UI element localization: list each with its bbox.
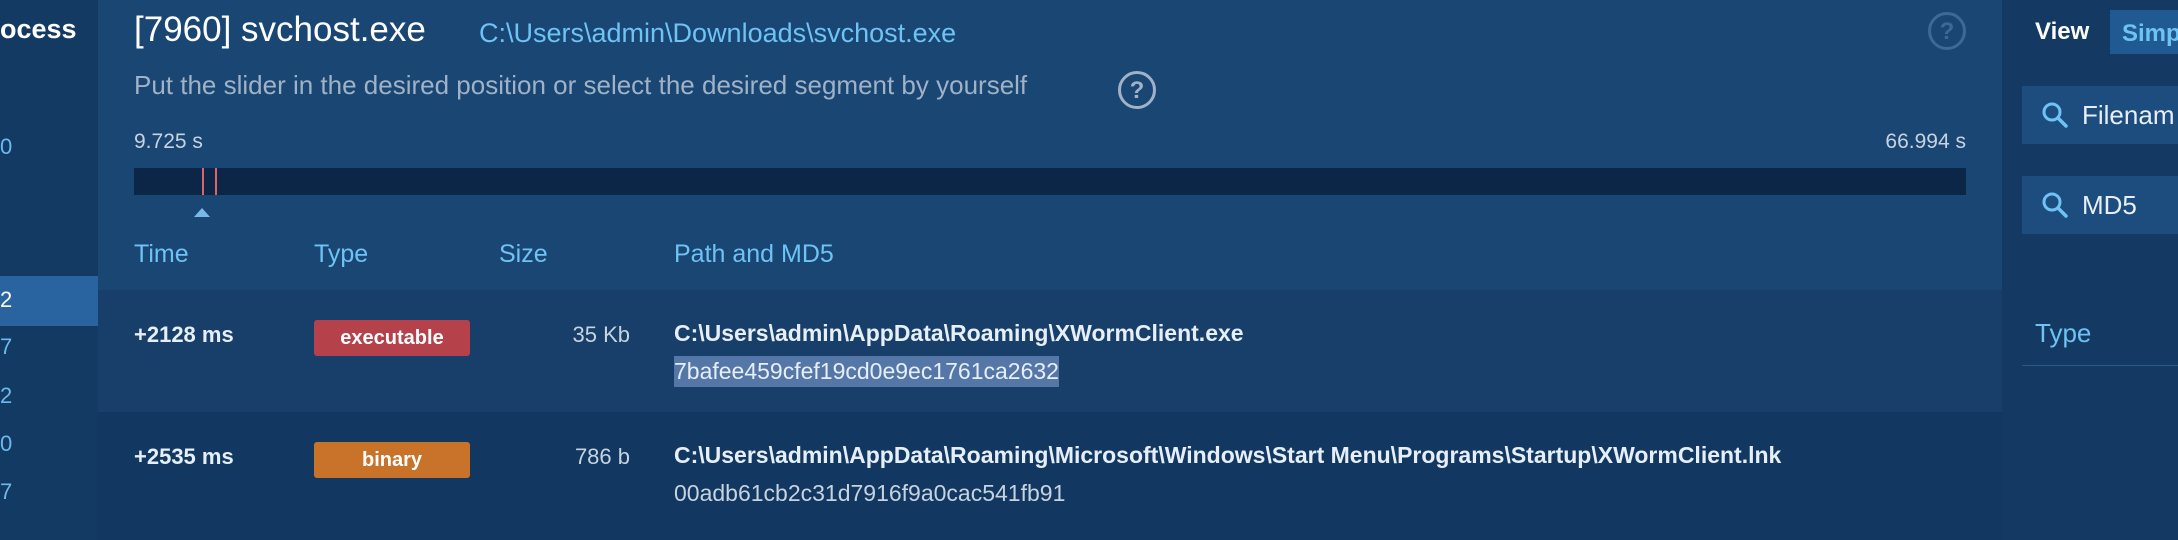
process-count[interactable]: 0 bbox=[0, 431, 12, 457]
left-process-panel: ocess 0 2 7 2 0 7 bbox=[0, 0, 98, 540]
help-icon[interactable]: ? bbox=[1928, 12, 1966, 50]
view-simple-label: Simp bbox=[2122, 20, 2178, 47]
view-label: View bbox=[2035, 18, 2090, 45]
process-title: [7960] svchost.exe bbox=[134, 10, 426, 49]
process-count[interactable]: 7 bbox=[0, 479, 12, 505]
row-path: C:\Users\admin\AppData\Roaming\XWormClie… bbox=[674, 320, 1244, 346]
row-md5[interactable]: 7bafee459cfef19cd0e9ec1761ca2632 bbox=[674, 356, 1059, 387]
slider-instruction: Put the slider in the desired position o… bbox=[134, 70, 1028, 100]
process-count-selected[interactable]: 2 bbox=[0, 276, 98, 326]
search-icon bbox=[2042, 192, 2068, 218]
process-path-link[interactable]: C:\Users\admin\Downloads\svchost.exe bbox=[479, 18, 956, 49]
help-icon[interactable]: ? bbox=[1118, 71, 1156, 109]
row-time: +2128 ms bbox=[134, 322, 234, 347]
process-count[interactable]: 0 bbox=[0, 134, 12, 160]
column-header-size[interactable]: Size bbox=[499, 240, 548, 269]
filename-field-label: Filenam bbox=[2082, 100, 2175, 130]
process-count-label: 2 bbox=[0, 287, 13, 312]
timeline-marker bbox=[202, 168, 205, 195]
timeline-end-label: 66.994 s bbox=[1885, 130, 1966, 153]
column-header-path-md5[interactable]: Path and MD5 bbox=[674, 240, 834, 269]
row-md5[interactable]: 00adb61cb2c31d7916f9a0cac541fb91 bbox=[674, 478, 1065, 509]
divider bbox=[2022, 365, 2178, 366]
files-dialog: [7960] svchost.exe C:\Users\admin\Downlo… bbox=[98, 0, 2002, 540]
timeline-start-label: 9.725 s bbox=[134, 130, 203, 153]
dialog-header: [7960] svchost.exe C:\Users\admin\Downlo… bbox=[98, 0, 2002, 290]
timeline-slider-thumb[interactable] bbox=[194, 208, 210, 217]
row-size: 786 b bbox=[574, 444, 630, 469]
process-count[interactable]: 2 bbox=[0, 383, 12, 409]
type-badge: executable bbox=[314, 320, 470, 356]
filename-search-field[interactable]: Filenam bbox=[2022, 86, 2178, 144]
timeline-track[interactable] bbox=[134, 168, 1966, 195]
md5-field-label: MD5 bbox=[2082, 190, 2137, 220]
table-row[interactable]: +2535 ms binary 786 b C:\Users\admin\App… bbox=[98, 412, 2002, 540]
md5-search-field[interactable]: MD5 bbox=[2022, 176, 2178, 234]
type-filter-header[interactable]: Type bbox=[2035, 318, 2091, 349]
view-simple-button[interactable]: Simp bbox=[2110, 10, 2178, 54]
timeline-marker bbox=[215, 168, 218, 195]
right-filter-panel: View Simp Filenam MD5 Type bbox=[2002, 0, 2178, 540]
type-badge: binary bbox=[314, 442, 470, 478]
row-time: +2535 ms bbox=[134, 444, 234, 469]
process-panel-title: ocess bbox=[0, 14, 77, 44]
table-row[interactable]: +2128 ms executable 35 Kb C:\Users\admin… bbox=[98, 290, 2002, 412]
row-path: C:\Users\admin\AppData\Roaming\Microsoft… bbox=[674, 442, 1782, 468]
process-count[interactable]: 7 bbox=[0, 334, 12, 360]
row-size: 35 Kb bbox=[572, 322, 631, 347]
column-header-time[interactable]: Time bbox=[134, 240, 189, 269]
column-header-type[interactable]: Type bbox=[314, 240, 368, 269]
search-icon bbox=[2042, 102, 2068, 128]
